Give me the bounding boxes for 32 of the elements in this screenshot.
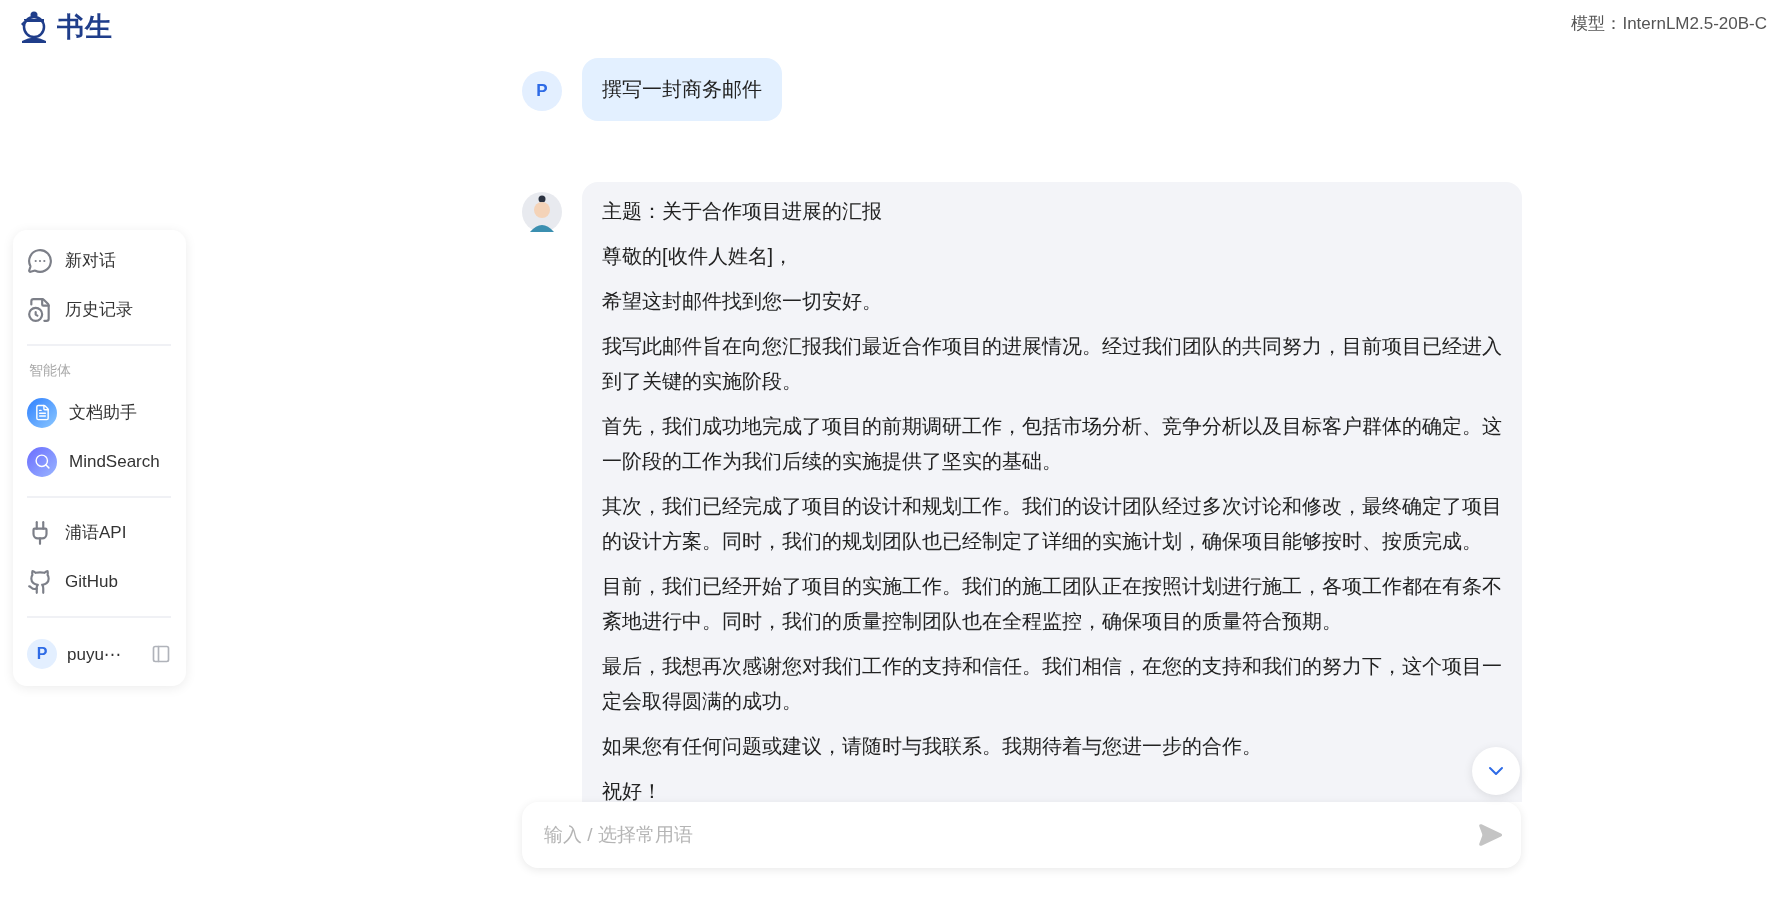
chat-bubble-icon xyxy=(27,247,53,274)
message-text: 祝好！ xyxy=(602,779,663,802)
message-text: 撰写一封商务邮件 xyxy=(602,77,762,102)
message-text: 最后，我想再次感谢您对我们工作的支持和信任。我们相信，在您的支持和我们的努力下，这个项目一定会取得圆满的成功。 xyxy=(602,654,1502,714)
sidebar-item[interactable]: 浦语API xyxy=(27,508,171,557)
message-input[interactable]: 输入 / 选择常用语 xyxy=(542,823,1477,847)
history-icon xyxy=(27,296,53,323)
search-icon xyxy=(27,446,57,477)
model-label: 模型：InternLM2.5-20B-C xyxy=(1571,13,1767,35)
sidebar-item[interactable]: MindSearch xyxy=(27,437,171,486)
user-name: puyu⋯ xyxy=(67,643,122,665)
message-text: 我写此邮件旨在向您汇报我们最近合作项目的进展情况。经过我们团队的共同努力，目前项目已经进入到了关键的实施阶段。 xyxy=(602,334,1502,394)
message-text: 尊敬的[收件人姓名]， xyxy=(602,244,795,269)
sidebar-item[interactable]: 新对话 xyxy=(27,236,171,285)
send-icon[interactable] xyxy=(1477,822,1503,848)
sidebar-item[interactable]: 历史记录 xyxy=(27,285,171,334)
github-icon xyxy=(27,568,53,595)
logo-text: 书生 xyxy=(57,11,113,44)
message-text: 其次，我们已经完成了项目的设计和规划工作。我们的设计团队经过多次讨论和修改，最终确定了项目的设计方案。同时，我们的规划团队也已经制定了详细的实施计划，确保项目能够按时、按质完成。 xyxy=(602,494,1502,554)
message-text: 主题：关于合作项目进展的汇报 xyxy=(602,199,883,224)
message-text: 目前，我们已经开始了项目的实施工作。我们的施工团队正在按照计划进行施工，各项工作都在有条不紊地进行中。同时，我们的质量控制团队也在全程监控，确保项目的质量符合预期。 xyxy=(602,574,1502,634)
assistant-avatar xyxy=(522,192,562,232)
user-avatar: P xyxy=(522,71,562,111)
message-text: 如果您有任何问题或建议，请随时与我联系。我期待着与您进一步的合作。 xyxy=(602,734,1263,759)
sidebar-item[interactable]: 文档助手 xyxy=(27,388,171,437)
message-text: 首先，我们成功地完成了项目的前期调研工作，包括市场分析、竞争分析以及目标客户群体的确定。这一阶段的工作为我们后续的实施提供了坚实的基础。 xyxy=(602,414,1502,474)
user-avatar[interactable]: P xyxy=(27,639,57,669)
message-text: 希望这封邮件找到您一切安好。 xyxy=(602,289,883,314)
section-title: 智能体 xyxy=(28,361,72,380)
sidebar-item[interactable]: GitHub xyxy=(27,557,171,606)
panel-toggle-icon[interactable] xyxy=(151,644,171,664)
document-icon xyxy=(27,397,57,428)
